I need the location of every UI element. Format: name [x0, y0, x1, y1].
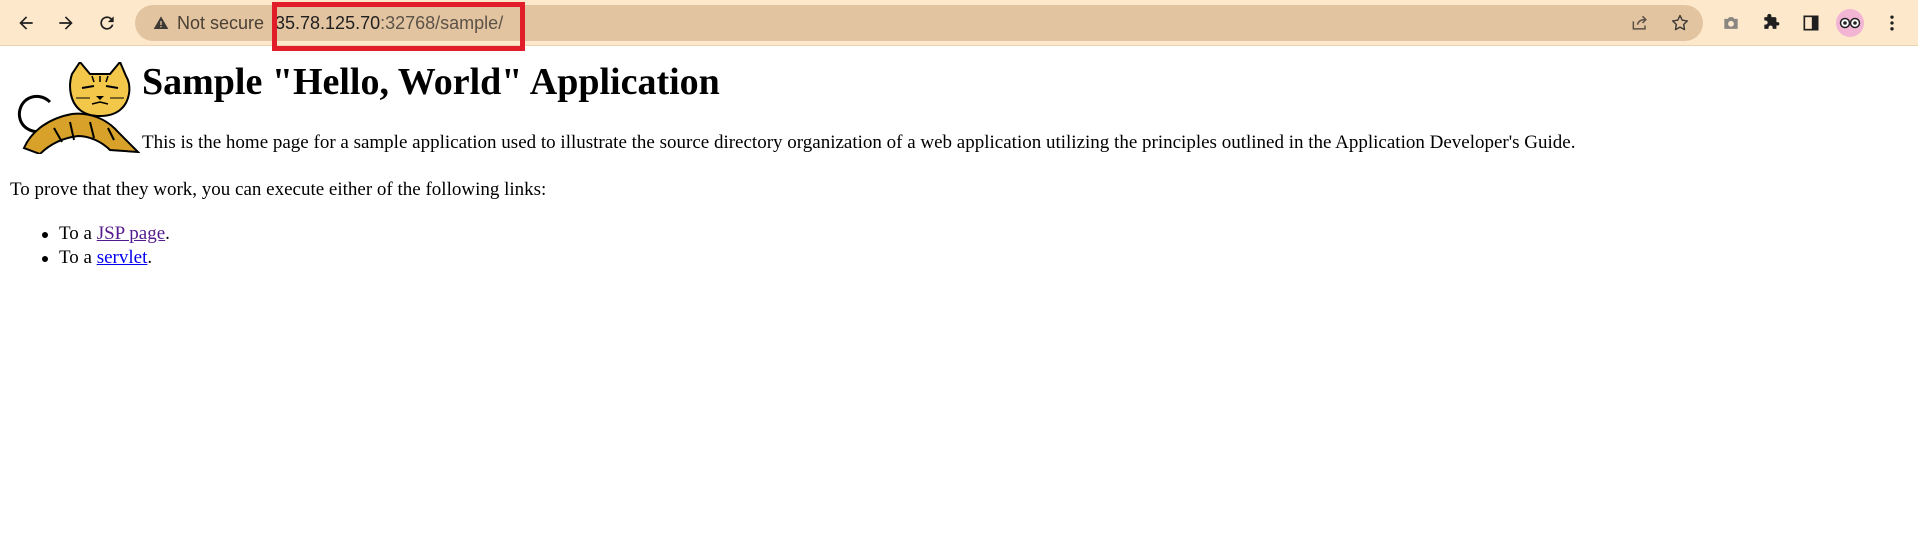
- warning-icon: [153, 16, 169, 29]
- back-icon: [19, 16, 33, 30]
- extensions-icon: [1764, 13, 1780, 29]
- bookmark-star-icon: [1671, 14, 1689, 31]
- forward-icon: [59, 16, 73, 30]
- list-item-prefix: To a: [59, 223, 97, 244]
- jsp-page-link[interactable]: JSP page: [97, 223, 165, 244]
- url-highlight-box: [272, 2, 525, 51]
- list-item: To a servlet.: [42, 246, 170, 270]
- security-label: Not secure: [177, 12, 265, 33]
- camera-icon: [1724, 17, 1738, 29]
- forward-button[interactable]: [50, 7, 82, 39]
- list-item-suffix: .: [147, 247, 153, 268]
- list-item: To a JSP page.: [42, 222, 170, 246]
- extensions-button[interactable]: [1759, 11, 1783, 35]
- page-title: Sample "Hello, World" Application: [142, 61, 720, 103]
- profile-avatar-icon: [1839, 17, 1861, 29]
- browser-toolbar: Not secure 35.78.125.70:32768/sample/: [0, 0, 1918, 51]
- share-button[interactable]: [1628, 11, 1652, 35]
- menu-icon: [1890, 15, 1894, 31]
- profile-avatar[interactable]: [1836, 9, 1864, 37]
- reload-button[interactable]: [91, 7, 123, 39]
- list-item-prefix: To a: [59, 247, 97, 268]
- side-panel-button[interactable]: [1799, 11, 1823, 35]
- side-panel-icon: [1803, 15, 1819, 31]
- back-button[interactable]: [10, 7, 42, 39]
- bookmark-button[interactable]: [1668, 11, 1692, 35]
- security-chip[interactable]: Not secure: [143, 9, 276, 37]
- links-list: To a JSP page. To a servlet.: [42, 222, 170, 270]
- intro-paragraph: This is the home page for a sample appli…: [142, 132, 1576, 153]
- tomcat-logo-icon: [17, 62, 140, 154]
- menu-button[interactable]: [1880, 11, 1904, 35]
- servlet-link[interactable]: servlet: [97, 247, 148, 268]
- list-item-suffix: .: [165, 223, 170, 244]
- prove-paragraph: To prove that they work, you can execute…: [10, 179, 547, 200]
- share-icon: [1632, 15, 1647, 30]
- page-content: Sample "Hello, World" Application This i…: [0, 46, 1918, 538]
- camera-button[interactable]: [1719, 11, 1743, 35]
- reload-icon: [100, 16, 114, 30]
